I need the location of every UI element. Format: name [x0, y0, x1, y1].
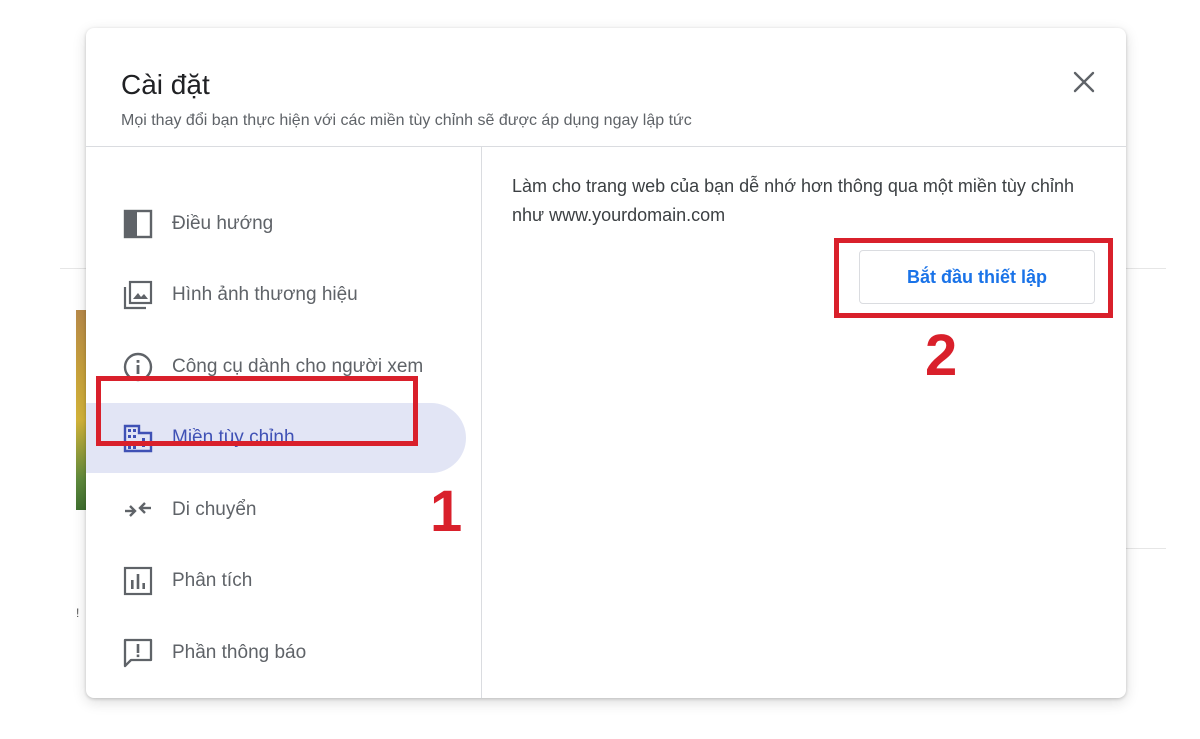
settings-dialog: Cài đặt Mọi thay đổi bạn thực hiện với c…: [86, 28, 1126, 698]
branding-images-icon: [120, 277, 156, 313]
sidebar-item-branding-images[interactable]: Hình ảnh thương hiệu: [86, 260, 466, 330]
start-setup-button[interactable]: Bắt đầu thiết lập: [859, 250, 1095, 304]
background-image: [76, 310, 86, 510]
sidebar-item-custom-domain[interactable]: Miền tùy chỉnh: [86, 403, 466, 473]
dialog-header: Cài đặt Mọi thay đổi bạn thực hiện với c…: [86, 28, 1126, 147]
annotation-step-1-number: 1: [430, 479, 463, 544]
dialog-subtitle: Mọi thay đổi bạn thực hiện với các miền …: [121, 112, 692, 129]
sidebar-item-move[interactable]: Di chuyển: [86, 475, 466, 545]
custom-domain-panel: Làm cho trang web của bạn dễ nhớ hơn thô…: [482, 147, 1126, 698]
custom-domain-description: Làm cho trang web của bạn dễ nhớ hơn thô…: [512, 176, 1074, 225]
sidebar-item-navigation[interactable]: Điều hướng: [86, 189, 466, 259]
sidebar-item-viewer-tools[interactable]: Công cụ dành cho người xem: [86, 332, 466, 402]
sidebar-item-label: Công cụ dành cho người xem: [172, 356, 424, 377]
building-domain-icon: [120, 420, 156, 456]
merge-arrows-icon: [120, 492, 156, 528]
sidebar-item-label: Phần thông báo: [172, 642, 307, 663]
navigation-panel-icon: [120, 206, 156, 242]
close-button[interactable]: [1066, 64, 1102, 100]
background-divider: [1126, 268, 1166, 269]
annotation-step-2-number: 2: [925, 323, 958, 388]
sidebar-item-label: Phân tích: [172, 570, 253, 591]
sidebar-item-label: Điều hướng: [172, 213, 274, 234]
settings-sidebar: Điều hướng Hình ảnh thương hiệu Công cụ …: [86, 147, 482, 698]
info-circle-icon: [120, 349, 156, 385]
sidebar-item-label: Hình ảnh thương hiệu: [172, 284, 358, 305]
dialog-title: Cài đặt: [121, 69, 210, 100]
sidebar-item-announcement[interactable]: Phần thông báo: [86, 618, 466, 688]
background-divider: [1126, 548, 1166, 549]
sidebar-item-analytics[interactable]: Phân tích: [86, 546, 466, 616]
sidebar-item-label: Miền tùy chỉnh: [172, 427, 295, 448]
close-icon: [1073, 71, 1095, 93]
sidebar-item-label: Di chuyển: [172, 499, 257, 520]
analytics-chart-icon: [120, 563, 156, 599]
background-text-fragment: ǃ: [76, 606, 80, 620]
announcement-icon: [120, 635, 156, 671]
page: ǃ Cài đặt Mọi thay đổi bạn thực hiện với…: [0, 0, 1200, 739]
